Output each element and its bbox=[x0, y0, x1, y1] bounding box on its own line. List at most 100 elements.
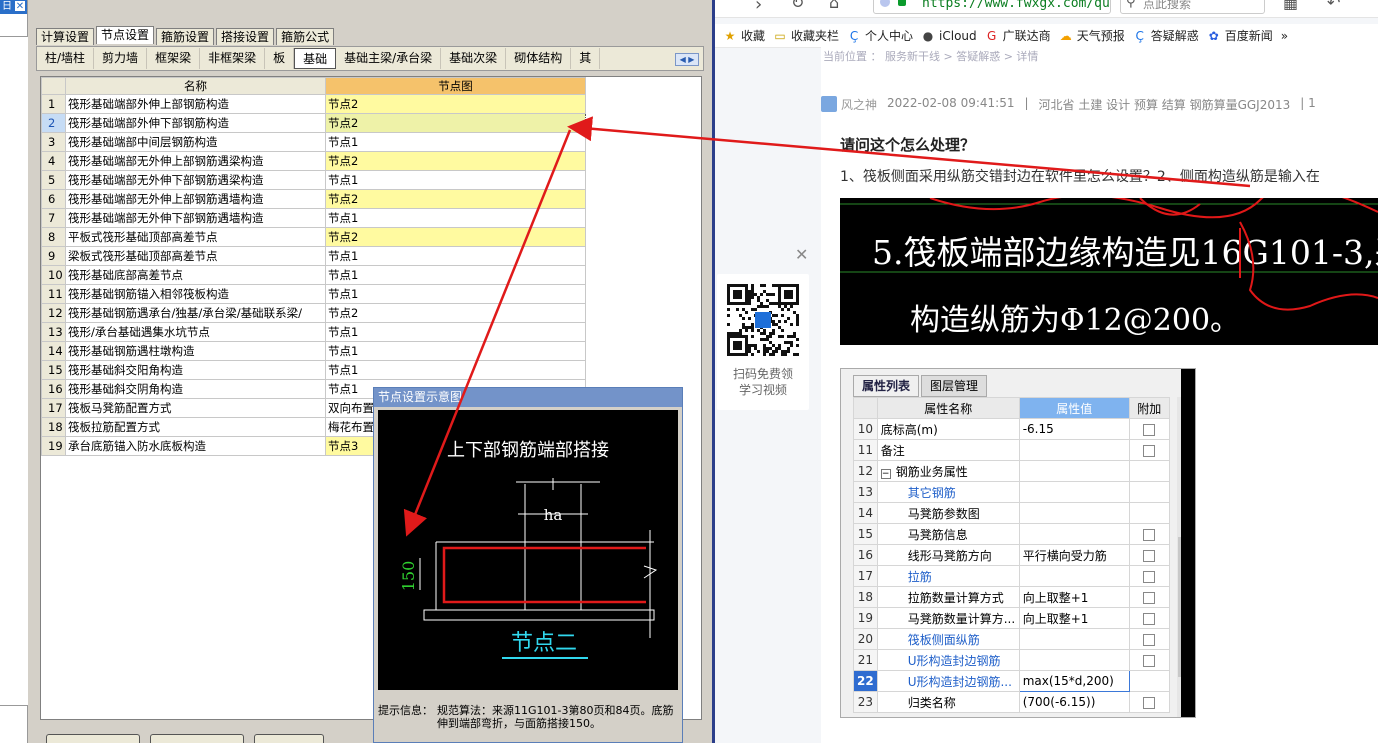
property-row[interactable]: 21 U形构造封边钢筋 bbox=[853, 649, 1170, 671]
property-value[interactable] bbox=[1018, 502, 1130, 524]
grid-apps-icon[interactable]: ▦ bbox=[1283, 0, 1298, 12]
node-value-cell[interactable]: 节点2 bbox=[325, 227, 586, 247]
property-row[interactable]: 20 筏板侧面纵筋 bbox=[853, 628, 1170, 650]
site-identity-icon[interactable] bbox=[880, 0, 890, 7]
property-row[interactable]: 17 拉筋 bbox=[853, 565, 1170, 587]
extra-checkbox[interactable] bbox=[1142, 612, 1155, 625]
property-row[interactable]: 22 U形构造封边钢筋... max(15*d,200) bbox=[853, 670, 1170, 692]
property-row[interactable]: 10 底标高(m) -6.15 bbox=[853, 418, 1170, 440]
tab-settings-2[interactable]: 箍筋设置 bbox=[156, 28, 215, 45]
property-value[interactable]: (700(-6.15)) bbox=[1018, 691, 1130, 713]
property-value[interactable] bbox=[1018, 439, 1130, 461]
tab-component-0[interactable]: 柱/墙柱 bbox=[37, 48, 95, 69]
node-value-cell[interactable]: 节点1 bbox=[325, 341, 586, 361]
bookmark-item[interactable]: ★ 收藏 bbox=[723, 27, 765, 44]
tab-component-5[interactable]: 基础 bbox=[294, 48, 337, 69]
tab-property-1[interactable]: 图层管理 bbox=[921, 375, 988, 397]
bottom-button[interactable] bbox=[46, 734, 140, 743]
bookmark-item[interactable]: ▭ 收藏夹栏 bbox=[773, 27, 839, 44]
close-icon[interactable]: ✕ bbox=[795, 245, 808, 264]
bookmark-item[interactable]: ☁ 天气预报 bbox=[1059, 27, 1125, 44]
node-value-cell[interactable]: 节点1 bbox=[325, 322, 586, 342]
tab-component-9[interactable]: 其 bbox=[571, 48, 601, 69]
table-row[interactable]: 5 筏形基础端部无外伸下部钢筋遇梁构造 节点1 bbox=[41, 170, 586, 190]
property-value[interactable]: 平行横向受力筋 bbox=[1018, 544, 1130, 566]
node-value-cell[interactable]: 节点1 bbox=[325, 246, 586, 266]
tab-settings-3[interactable]: 搭接设置 bbox=[216, 28, 275, 45]
extra-checkbox[interactable] bbox=[1142, 633, 1155, 646]
tab-component-2[interactable]: 框架梁 bbox=[147, 48, 201, 69]
tab-component-7[interactable]: 基础次梁 bbox=[441, 48, 507, 69]
property-value[interactable]: max(15*d,200) bbox=[1018, 670, 1130, 692]
table-row[interactable]: 4 筏形基础端部无外伸上部钢筋遇梁构造 节点2 bbox=[41, 151, 586, 171]
property-row[interactable]: 18 拉筋数量计算方式 向上取整+1 bbox=[853, 586, 1170, 608]
property-row[interactable]: 11 备注 bbox=[853, 439, 1170, 461]
node-value-cell[interactable]: 节点2 bbox=[325, 94, 586, 114]
property-row[interactable]: 23 归类名称 (700(-6.15)) bbox=[853, 691, 1170, 713]
property-row[interactable]: 13 其它钢筋 bbox=[853, 481, 1170, 503]
property-row[interactable]: 16 线形马凳筋方向 平行横向受力筋 bbox=[853, 544, 1170, 566]
collapse-icon[interactable]: − bbox=[880, 468, 891, 479]
table-row[interactable]: 13 筏形/承台基础遇集水坑节点 节点1 bbox=[41, 322, 586, 342]
tab-component-6[interactable]: 基础主梁/承台梁 bbox=[336, 48, 442, 69]
property-row[interactable]: 14 马凳筋参数图 bbox=[853, 502, 1170, 524]
table-row[interactable]: 7 筏形基础端部无外伸下部钢筋遇墙构造 节点1 bbox=[41, 208, 586, 228]
extra-checkbox[interactable] bbox=[1142, 549, 1155, 562]
node-value-cell[interactable]: 节点2 bbox=[325, 303, 586, 323]
node-value-cell[interactable]: 节点1 bbox=[325, 265, 586, 285]
reload-icon[interactable]: ↻ bbox=[791, 0, 804, 12]
tab-component-3[interactable]: 非框架梁 bbox=[200, 48, 266, 69]
table-row[interactable]: 10 筏形基础底部高差节点 节点1 bbox=[41, 265, 586, 285]
more-bookmarks-icon[interactable]: » bbox=[1281, 29, 1288, 43]
table-row[interactable]: 6 筏形基础端部无外伸上部钢筋遇墙构造 节点2 bbox=[41, 189, 586, 209]
property-value[interactable] bbox=[1018, 481, 1130, 503]
table-row[interactable]: 2 筏形基础端部外伸下部钢筋构造 节点2 bbox=[41, 113, 586, 133]
bookmark-item[interactable]: Ç 个人中心 bbox=[847, 27, 913, 44]
property-value[interactable] bbox=[1018, 460, 1130, 482]
extra-checkbox[interactable] bbox=[1142, 423, 1155, 436]
property-row[interactable]: 19 马凳筋数量计算方... 向上取整+1 bbox=[853, 607, 1170, 629]
bookmark-item[interactable]: Ç 答疑解惑 bbox=[1133, 27, 1199, 44]
tab-property-0[interactable]: 属性列表 bbox=[853, 375, 920, 397]
node-value-cell[interactable]: 节点2 bbox=[325, 113, 586, 133]
node-value-cell[interactable]: 节点1 bbox=[325, 284, 586, 304]
tab-component-1[interactable]: 剪力墙 bbox=[94, 48, 148, 69]
table-row[interactable]: 12 筏形基础钢筋遇承台/独基/承台梁/基础联系梁/节点2 bbox=[41, 303, 586, 323]
undo-icon[interactable]: ↶ bbox=[1327, 0, 1340, 12]
qr-card[interactable]: 扫码免费领 学习视频 bbox=[717, 274, 809, 410]
property-value[interactable] bbox=[1018, 565, 1130, 587]
bottom-button[interactable] bbox=[150, 734, 244, 743]
dialog-title[interactable]: 节点设置示意图 bbox=[374, 388, 682, 407]
table-row[interactable]: 14 筏形基础钢筋遇柱墩构造 节点1 bbox=[41, 341, 586, 361]
extra-checkbox[interactable] bbox=[1142, 591, 1155, 604]
property-value[interactable]: 向上取整+1 bbox=[1018, 586, 1130, 608]
extra-checkbox[interactable] bbox=[1142, 444, 1155, 457]
tab-settings-0[interactable]: 计算设置 bbox=[36, 28, 95, 45]
home-icon[interactable]: ⌂ bbox=[829, 0, 839, 12]
tab-component-8[interactable]: 砌体结构 bbox=[506, 48, 572, 69]
node-value-cell[interactable]: 节点2 bbox=[325, 189, 586, 209]
bottom-button[interactable] bbox=[254, 734, 324, 743]
table-row[interactable]: 9 梁板式筏形基础顶部高差节点 节点1 bbox=[41, 246, 586, 266]
author-name[interactable]: 风之神 bbox=[841, 96, 877, 113]
extra-checkbox[interactable] bbox=[1142, 654, 1155, 667]
tab-scroll-arrows-icon[interactable]: ◀ ▶ bbox=[675, 53, 699, 66]
node-value-cell[interactable]: 节点2 bbox=[325, 151, 586, 171]
table-row[interactable]: 3 筏形基础端部中间层钢筋构造 节点1 bbox=[41, 132, 586, 152]
node-value-cell[interactable]: 节点1 bbox=[325, 208, 586, 228]
forward-icon[interactable]: › bbox=[755, 0, 762, 15]
property-value[interactable] bbox=[1018, 649, 1130, 671]
extra-checkbox[interactable] bbox=[1142, 696, 1155, 709]
extra-checkbox[interactable] bbox=[1142, 528, 1155, 541]
property-value[interactable]: -6.15 bbox=[1018, 418, 1130, 440]
search-input[interactable]: ⚲ 点此搜索 bbox=[1120, 0, 1265, 14]
close-icon[interactable]: ✕ bbox=[14, 0, 26, 12]
tab-settings-4[interactable]: 箍筋公式 bbox=[276, 28, 335, 45]
tab-settings-1[interactable]: 节点设置 bbox=[96, 26, 155, 44]
table-row[interactable]: 11 筏形基础钢筋锚入相邻筏板构造 节点1 bbox=[41, 284, 586, 304]
table-row[interactable]: 8 平板式筏形基础顶部高差节点 节点2 bbox=[41, 227, 586, 247]
property-row[interactable]: 12− 钢筋业务属性 bbox=[853, 460, 1170, 482]
bookmark-item[interactable]: ● iCloud bbox=[921, 29, 977, 43]
bookmark-item[interactable]: G 广联达商 bbox=[985, 27, 1051, 44]
property-value[interactable] bbox=[1018, 628, 1130, 650]
